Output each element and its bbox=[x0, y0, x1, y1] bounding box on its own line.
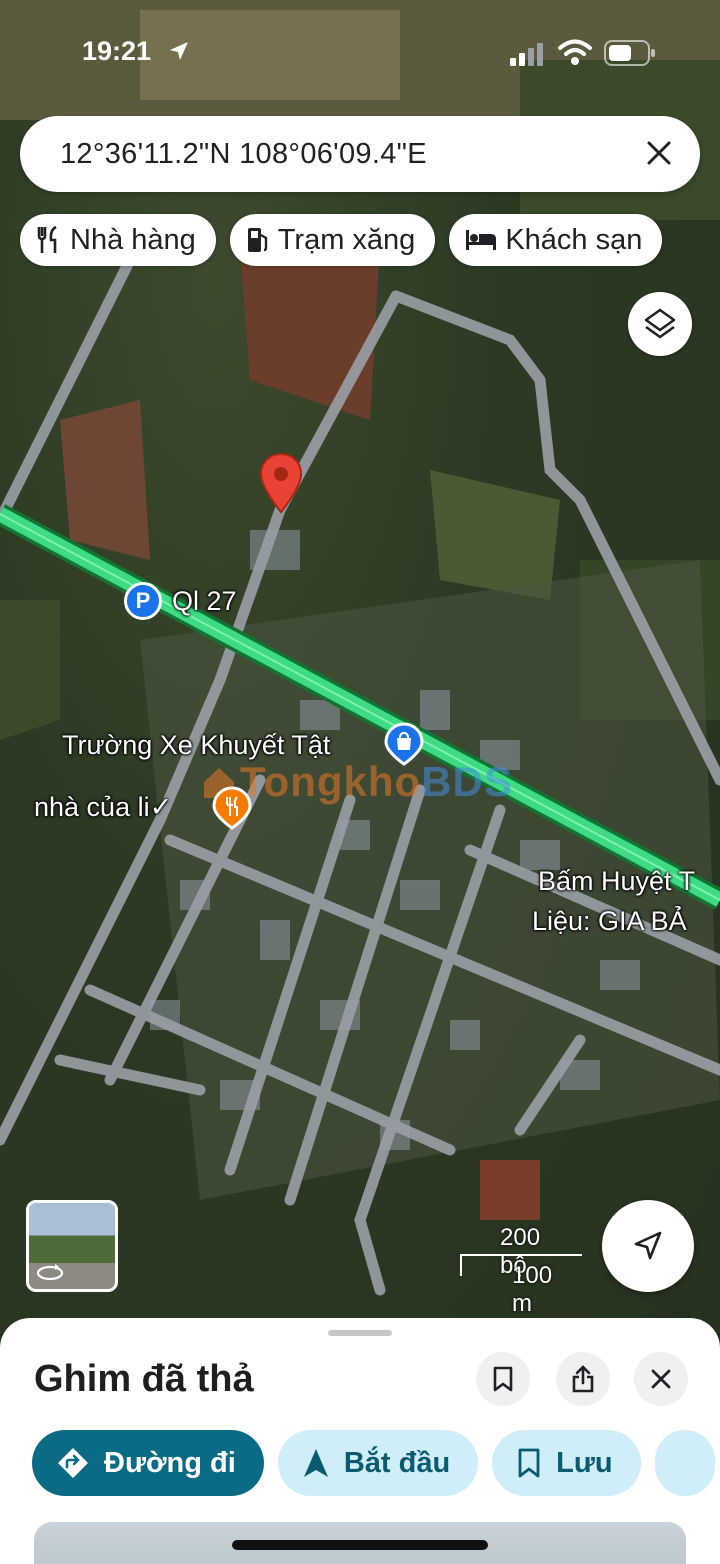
cellular-signal-icon bbox=[510, 43, 543, 66]
navigation-start-icon bbox=[303, 1449, 328, 1477]
action-buttons: Đường đi Bắt đầu Lưu bbox=[32, 1430, 715, 1496]
share-button[interactable] bbox=[556, 1352, 610, 1406]
place-bottom-sheet[interactable]: Ghim đã thả Đường đi Bắt đầu Lưu bbox=[0, 1318, 720, 1564]
road-label: Ql 27 bbox=[172, 586, 237, 616]
shopping-bag-poi-icon[interactable] bbox=[384, 722, 424, 766]
place-title: Ghim đã thả bbox=[34, 1358, 254, 1400]
place-label-line2: Liệu: GIA BẢ bbox=[532, 906, 687, 936]
gas-station-icon bbox=[247, 228, 267, 252]
map-view[interactable]: 19:21 12°36'11.2"N 108°06'09.4"E Nhà hàn… bbox=[0, 0, 720, 1380]
status-time: 19:21 bbox=[82, 36, 152, 66]
scale-tick bbox=[460, 1254, 462, 1276]
search-bar[interactable]: 12°36'11.2"N 108°06'09.4"E bbox=[20, 116, 700, 192]
battery-icon bbox=[604, 40, 655, 66]
clear-search-icon[interactable] bbox=[644, 138, 674, 168]
more-action-button[interactable] bbox=[654, 1430, 715, 1496]
bookmark-icon bbox=[493, 1366, 513, 1392]
directions-icon bbox=[58, 1448, 88, 1478]
chip-gas-stations[interactable]: Trạm xăng bbox=[229, 214, 436, 266]
search-query[interactable]: 12°36'11.2"N 108°06'09.4"E bbox=[60, 138, 427, 171]
chip-label: Nhà hàng bbox=[70, 223, 196, 256]
school-label: Trường Xe Khuyết Tật bbox=[62, 730, 331, 760]
scale-metric: 100 m bbox=[512, 1262, 553, 1317]
save-button[interactable]: Lưu bbox=[492, 1430, 641, 1496]
hotel-icon bbox=[466, 230, 497, 250]
sheet-drag-handle[interactable] bbox=[328, 1330, 392, 1336]
wifi-icon bbox=[558, 39, 592, 65]
my-location-button[interactable] bbox=[602, 1200, 694, 1292]
restaurant-icon bbox=[37, 226, 57, 253]
chip-hotels[interactable]: Khách sạn bbox=[449, 214, 663, 266]
save-label: Lưu bbox=[556, 1446, 613, 1479]
navigation-arrow-icon bbox=[634, 1231, 662, 1260]
category-chips: Nhà hàng Trạm xăng Khách sạn bbox=[20, 214, 663, 266]
watermark-text-bds: BDS bbox=[421, 758, 513, 805]
scale-bar bbox=[460, 1254, 582, 1256]
status-bar: 19:21 bbox=[0, 0, 720, 100]
chip-label: Khách sạn bbox=[505, 223, 643, 256]
place-label-line1: Bấm Huyệt T bbox=[538, 866, 696, 896]
dropped-pin-icon[interactable] bbox=[259, 452, 303, 514]
chip-label: Trạm xăng bbox=[277, 223, 416, 256]
food-poi-icon[interactable] bbox=[212, 786, 252, 830]
layers-icon bbox=[644, 308, 676, 339]
rotate-360-icon bbox=[36, 1264, 64, 1281]
bookmark-icon bbox=[518, 1448, 540, 1478]
save-bookmark-button[interactable] bbox=[476, 1352, 530, 1406]
satellite-imagery bbox=[0, 0, 720, 1296]
close-sheet-button[interactable] bbox=[634, 1352, 688, 1406]
close-icon bbox=[651, 1369, 671, 1389]
share-icon bbox=[572, 1365, 594, 1393]
chip-restaurants[interactable]: Nhà hàng bbox=[20, 214, 216, 266]
location-arrow-icon bbox=[170, 42, 188, 60]
home-indicator[interactable] bbox=[232, 1540, 488, 1550]
parking-icon: P bbox=[124, 582, 162, 620]
street-view-thumbnail[interactable] bbox=[26, 1200, 118, 1292]
start-button[interactable]: Bắt đầu bbox=[277, 1430, 479, 1496]
map-layers-button[interactable] bbox=[628, 292, 692, 356]
house-label: nhà của li✓ bbox=[34, 792, 173, 822]
directions-label: Đường đi bbox=[104, 1446, 236, 1479]
directions-button[interactable]: Đường đi bbox=[32, 1430, 264, 1496]
start-label: Bắt đầu bbox=[343, 1446, 451, 1479]
parking-poi[interactable]: P bbox=[124, 582, 162, 620]
